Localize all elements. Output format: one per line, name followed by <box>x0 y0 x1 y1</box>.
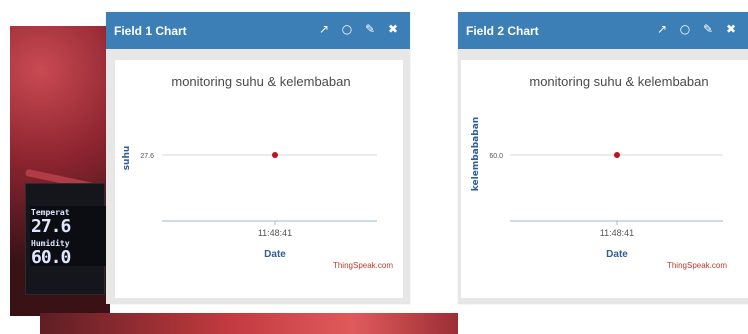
x-axis-label: Date <box>606 249 628 260</box>
thingspeak-credit[interactable]: ThingSpeak.com <box>333 261 393 270</box>
panel-header: Field 2 Chart ↗ ○ ✎ ✖ <box>458 12 748 49</box>
pencil-icon[interactable]: ✎ <box>363 21 377 37</box>
data-point[interactable] <box>272 152 278 158</box>
external-link-icon[interactable]: ↗ <box>655 21 669 37</box>
close-icon[interactable]: ✖ <box>724 21 738 37</box>
external-link-icon[interactable]: ↗ <box>317 21 331 37</box>
field-1-chart: monitoring suhu & kelembaban suhu 27.6 1… <box>122 74 393 270</box>
chart-body: monitoring suhu & kelembaban suhu 27.6 1… <box>115 60 403 298</box>
y-axis-label: kelembababan <box>471 117 481 191</box>
pencil-icon[interactable]: ✎ <box>701 21 715 37</box>
chart-title: monitoring suhu & kelembaban <box>171 74 350 89</box>
oled-screen: Temperat 27.6 Humidity 60.0 <box>30 206 108 266</box>
close-icon[interactable]: ✖ <box>386 21 400 37</box>
panel-toolbar: ↗ ○ ✎ ✖ <box>655 21 738 37</box>
y-tick-label: 27.6 <box>140 153 154 160</box>
oled-display: Temperat 27.6 Humidity 60.0 <box>25 183 108 295</box>
y-tick-label: 60.0 <box>489 153 503 160</box>
oled-value-humidity: 60.0 <box>31 247 71 266</box>
oled-value-temperature: 27.6 <box>31 216 71 237</box>
field-2-chart-panel: Field 2 Chart ↗ ○ ✎ ✖ monitoring suhu & … <box>458 12 748 304</box>
thingspeak-credit[interactable]: ThingSpeak.com <box>667 261 727 270</box>
field-1-chart-panel: Field 1 Chart ↗ ○ ✎ ✖ monitoring suhu & … <box>106 12 410 304</box>
x-tick-label: 11:48:41 <box>600 228 634 238</box>
field-2-chart: monitoring suhu & kelembaban kelembababa… <box>471 74 727 270</box>
x-tick-label: 11:48:41 <box>258 228 292 238</box>
panel-title: Field 2 Chart <box>466 24 539 38</box>
panel-toolbar: ↗ ○ ✎ ✖ <box>317 21 400 37</box>
comment-icon[interactable]: ○ <box>340 21 354 37</box>
comment-icon[interactable]: ○ <box>678 21 692 37</box>
panel-header: Field 1 Chart ↗ ○ ✎ ✖ <box>106 12 410 49</box>
y-axis-label: suhu <box>122 146 132 171</box>
background-photo-bottom <box>40 313 458 334</box>
x-axis-label: Date <box>264 249 286 260</box>
data-point[interactable] <box>614 152 620 158</box>
chart-body: monitoring suhu & kelembaban kelembababa… <box>461 60 748 298</box>
panel-title: Field 1 Chart <box>114 24 187 38</box>
chart-title: monitoring suhu & kelembaban <box>529 74 708 89</box>
